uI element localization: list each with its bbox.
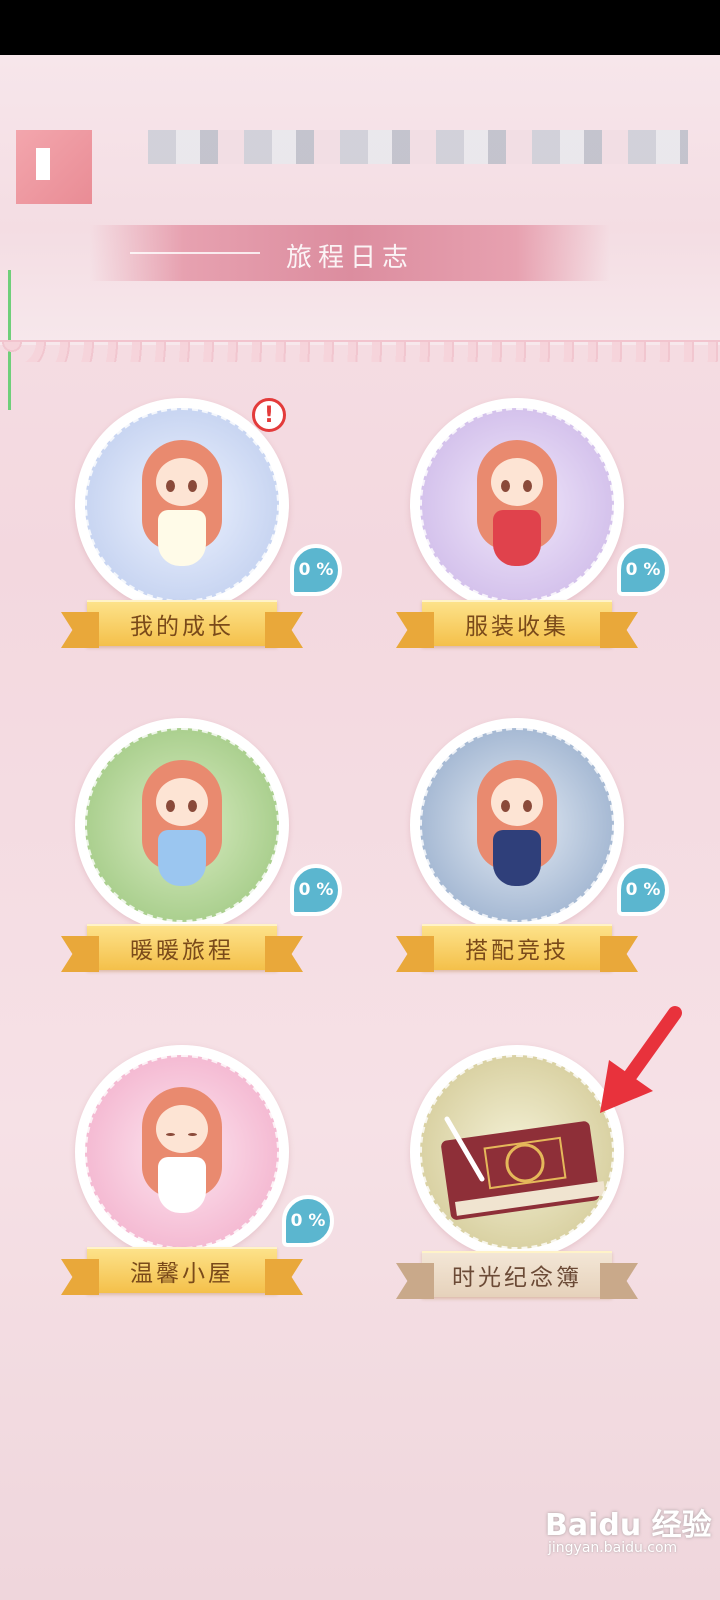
card-label: 搭配竞技 xyxy=(422,924,612,970)
card-my-growth[interactable]: ! 0 % 我的成长 xyxy=(32,398,342,658)
progress-badge: 0 % xyxy=(617,544,669,596)
girl-illustration xyxy=(469,440,565,590)
girl-illustration xyxy=(469,760,565,910)
card-clothing-collection[interactable]: 0 % 服装收集 xyxy=(367,398,669,658)
header xyxy=(0,55,720,410)
card-circle xyxy=(410,718,624,932)
card-label: 我的成长 xyxy=(87,600,277,646)
card-circle xyxy=(75,718,289,932)
girl-illustration xyxy=(134,1087,230,1237)
card-label: 暖暖旅程 xyxy=(87,924,277,970)
book-icon xyxy=(441,1116,606,1220)
progress-badge: 0 % xyxy=(290,864,342,916)
player-avatar[interactable] xyxy=(16,130,92,204)
watermark-logo: Baidu 经验 xyxy=(545,1508,712,1543)
card-label: 时光纪念簿 xyxy=(422,1251,612,1297)
lace-border xyxy=(0,340,720,362)
alert-icon: ! xyxy=(252,398,286,432)
card-circle xyxy=(410,398,624,612)
card-warm-journey[interactable]: 0 % 暖暖旅程 xyxy=(32,718,342,978)
page-title: 旅程日志 xyxy=(285,243,414,273)
red-arrow-icon xyxy=(600,1006,682,1113)
progress-badge: 0 % xyxy=(282,1195,334,1247)
status-bar xyxy=(0,0,720,55)
progress-badge: 0 % xyxy=(290,544,342,596)
girl-illustration xyxy=(134,760,230,910)
girl-illustration xyxy=(134,440,230,590)
card-label: 服装收集 xyxy=(422,600,612,646)
card-circle xyxy=(410,1045,624,1259)
card-circle xyxy=(75,1045,289,1259)
card-label: 温馨小屋 xyxy=(87,1247,277,1293)
card-circle xyxy=(75,398,289,612)
title-ribbon: 旅程日志 xyxy=(90,225,610,281)
player-info-blurred xyxy=(148,130,688,164)
card-styling-contest[interactable]: 0 % 搭配竞技 xyxy=(367,718,669,978)
progress-badge: 0 % xyxy=(617,864,669,916)
watermark-url: jingyan.baidu.com xyxy=(548,1540,678,1556)
card-cozy-house[interactable]: 0 % 温馨小屋 xyxy=(32,1045,334,1305)
